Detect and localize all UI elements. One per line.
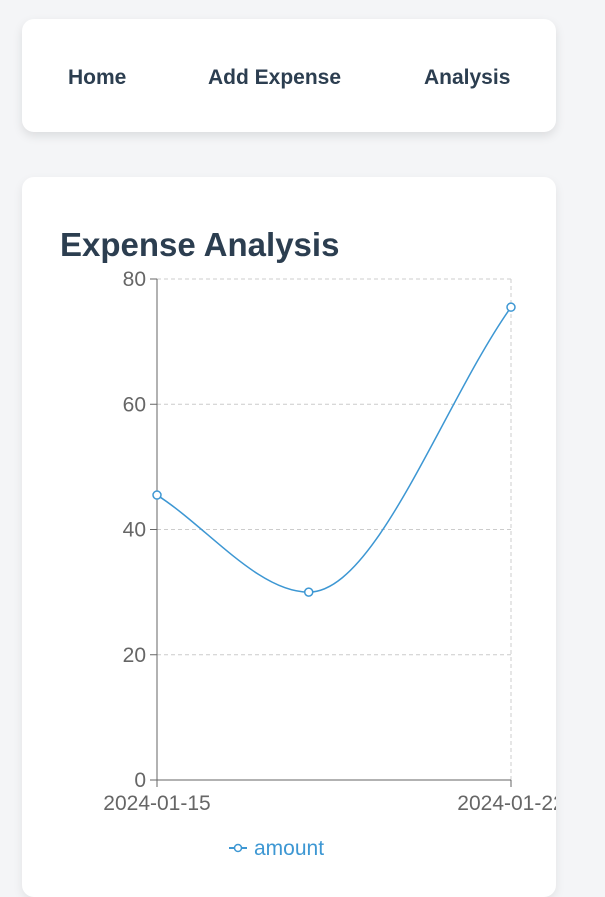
tick-labels: 0 20 40 60 80 2024-01-15 2024-01-22 [103,268,556,815]
data-point [152,490,162,500]
legend-label: amount [254,837,324,860]
grid-lines [157,278,512,780]
nav-home-link[interactable]: Home [68,66,126,90]
series-layer [152,302,516,597]
y-tick-label: 80 [123,268,146,291]
expense-line-chart: 0 20 40 60 80 2024-01-15 2024-01-22 amount [103,268,556,860]
series-line-amount [156,306,512,593]
y-tick-label: 40 [123,519,146,542]
chart-legend[interactable]: amount [229,837,324,860]
y-tick-label: 0 [134,769,146,792]
analysis-card: Expense Analysis 0 20 40 60 80 2024-01-15 2024… [22,177,556,897]
y-tick-label: 60 [123,393,146,416]
top-nav: Home Add Expense Analysis [22,19,556,132]
y-tick-label: 20 [123,644,146,667]
legend-marker-icon [233,843,243,853]
chart-axes [150,278,512,787]
nav-add-expense-link[interactable]: Add Expense [208,66,341,90]
nav-analysis-link[interactable]: Analysis [424,66,510,90]
x-tick-label: 2024-01-15 [103,792,210,815]
data-point [506,302,516,312]
x-tick-label: 2024-01-22 [457,792,556,815]
data-point [303,587,314,597]
